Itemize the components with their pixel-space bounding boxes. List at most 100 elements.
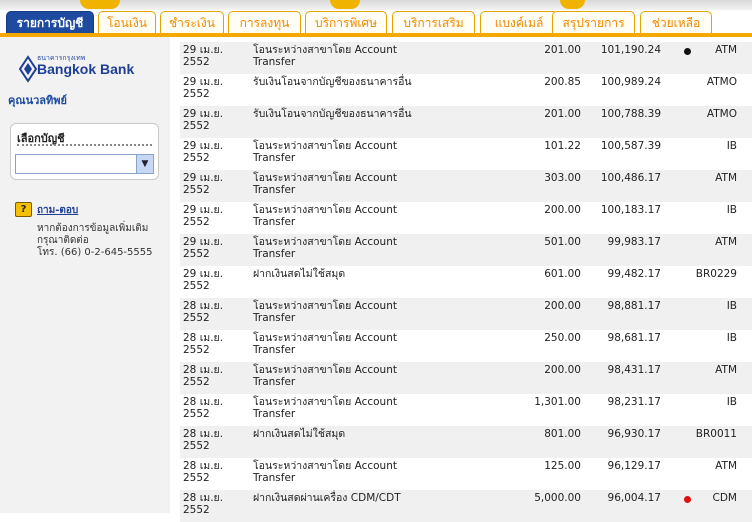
transaction-description: โอนระหว่างสาขาโดย Account Transfer [253, 332, 438, 356]
transaction-channel: IB [726, 396, 737, 408]
description-line-1: โอนระหว่างสาขาโดย Account [253, 396, 397, 408]
description-line-1: โอนระหว่างสาขาโดย Account [253, 140, 397, 152]
transaction-balance: 98,231.17 [607, 396, 661, 408]
transaction-table: 29 เม.ย. 2552 โอนระหว่างสาขาโดย Account Tra… [180, 42, 752, 522]
description-line-1: โอนระหว่างสาขาโดย Account [253, 300, 397, 312]
transaction-date: 29 เม.ย. 2552 [183, 108, 243, 132]
table-row: 29 เม.ย. 2552 โอนระหว่างสาขาโดย Account Tra… [180, 42, 752, 74]
account-selector-box: เลือกบัญชี ▼ [10, 123, 159, 180]
sidebar: ธนาคารกรุงเทพ Bangkok Bank คุณนวลทิพย์ เ… [0, 37, 170, 513]
transaction-description: รับเงินโอนจากบัญชีของธนาคารอื่น [253, 108, 438, 120]
transaction-balance: 100,788.39 [600, 108, 661, 120]
description-line-1: โอนระหว่างสาขาโดย Account [253, 364, 397, 376]
tab-additional-services[interactable]: บริการเสริม [392, 11, 475, 33]
transaction-date: 29 เม.ย. 2552 [183, 44, 243, 68]
description-line-1: ฝากเงินสดไม่ใช้สมุด [253, 428, 346, 440]
description-line-1: รับเงินโอนจากบัญชีของธนาคารอื่น [253, 76, 412, 88]
transaction-date: 29 เม.ย. 2552 [183, 76, 243, 100]
transaction-description: ฝากเงินสดไม่ใช้สมุด [253, 428, 438, 440]
transaction-year: 2552 [183, 88, 210, 100]
transaction-description: โอนระหว่างสาขาโดย Account Transfer [253, 460, 438, 484]
description-line-2: Transfer [253, 56, 296, 68]
account-dropdown[interactable]: ▼ [15, 154, 154, 174]
transaction-year: 2552 [183, 344, 210, 356]
table-row: 28 เม.ย. 2552 โอนระหว่างสาขาโดย Account Tra… [180, 458, 752, 490]
transaction-date: 28 เม.ย. 2552 [183, 332, 243, 356]
tab-summary[interactable]: สรุปรายการ [552, 11, 635, 33]
transaction-day-month: 28 เม.ย. [183, 492, 224, 504]
description-line-1: รับเงินโอนจากบัญชีของธนาคารอื่น [253, 108, 412, 120]
transaction-channel: IB [726, 204, 737, 216]
transaction-channel: IB [726, 300, 737, 312]
transaction-description: โอนระหว่างสาขาโดย Account Transfer [253, 44, 438, 68]
tab-account-list[interactable]: รายการบัญชี [6, 11, 94, 33]
transaction-day-month: 29 เม.ย. [183, 44, 224, 56]
table-row: 29 เม.ย. 2552 รับเงินโอนจากบัญชีของธนาคารอ… [180, 106, 752, 138]
transaction-description: โอนระหว่างสาขาโดย Account Transfer [253, 364, 438, 388]
table-row: 29 เม.ย. 2552 โอนระหว่างสาขาโดย Account Tra… [180, 202, 752, 234]
transaction-day-month: 28 เม.ย. [183, 332, 224, 344]
transaction-day-month: 28 เม.ย. [183, 428, 224, 440]
dotted-divider [17, 144, 152, 146]
table-row: 28 เม.ย. 2552 โอนระหว่างสาขาโดย Account Tra… [180, 330, 752, 362]
transaction-description: ฝากเงินสดไม่ใช้สมุด [253, 268, 438, 280]
transaction-year: 2552 [183, 408, 210, 420]
transaction-year: 2552 [183, 152, 210, 164]
description-line-2: Transfer [253, 472, 296, 484]
tab-investment[interactable]: การลงทุน [228, 11, 301, 33]
transaction-channel: IB [726, 140, 737, 152]
description-line-1: โอนระหว่างสาขาโดย Account [253, 460, 397, 472]
transaction-channel: BR0229 [695, 268, 737, 280]
description-line-2: Transfer [253, 408, 296, 420]
transaction-amount: 200.00 [544, 204, 581, 216]
transaction-year: 2552 [183, 376, 210, 388]
transaction-amount: 201.00 [544, 44, 581, 56]
transaction-day-month: 28 เม.ย. [183, 460, 224, 472]
transaction-amount: 801.00 [544, 428, 581, 440]
help-question-icon: ? [15, 202, 32, 217]
description-line-1: ฝากเงินสดไม่ใช้สมุด [253, 268, 346, 280]
transaction-description: โอนระหว่างสาขาโดย Account Transfer [253, 172, 438, 196]
faq-link[interactable]: ถาม-ตอบ [37, 203, 78, 218]
transaction-balance: 98,881.17 [607, 300, 661, 312]
transaction-description: โอนระหว่างสาขาโดย Account Transfer [253, 236, 438, 260]
transaction-date: 28 เม.ย. 2552 [183, 364, 243, 388]
transaction-channel: BR0011 [695, 428, 737, 440]
transaction-balance: 96,930.17 [607, 428, 661, 440]
transaction-description: โอนระหว่างสาขาโดย Account Transfer [253, 140, 438, 164]
tab-bank-mail[interactable]: แบงค์เมล์ [480, 11, 558, 33]
customer-name: คุณนวลทิพย์ [8, 94, 67, 107]
transaction-date: 28 เม.ย. 2552 [183, 396, 243, 420]
transaction-balance: 96,129.17 [607, 460, 661, 472]
table-row: 28 เม.ย. 2552 ฝากเงินสดผ่านเครื่อง CDM/CDT… [180, 490, 752, 522]
bank-logo: ธนาคารกรุงเทพ Bangkok Bank [18, 53, 168, 85]
banner-decoration [330, 0, 360, 9]
transaction-year: 2552 [183, 248, 210, 260]
description-line-2: Transfer [253, 344, 296, 356]
transaction-year: 2552 [183, 280, 210, 292]
help-text-line: หากต้องการข้อมูลเพิ่มเติม [37, 223, 149, 234]
transaction-day-month: 29 เม.ย. [183, 268, 224, 280]
chevron-down-icon[interactable]: ▼ [136, 155, 153, 173]
transaction-description: โอนระหว่างสาขาโดย Account Transfer [253, 204, 438, 228]
tab-transfer[interactable]: โอนเงิน [98, 11, 156, 33]
transaction-amount: 601.00 [544, 268, 581, 280]
transaction-day-month: 29 เม.ย. [183, 108, 224, 120]
transaction-day-month: 29 เม.ย. [183, 76, 224, 88]
description-line-1: ฝากเงินสดผ่านเครื่อง CDM/CDT [253, 492, 401, 504]
transaction-date: 28 เม.ย. 2552 [183, 428, 243, 452]
table-row: 29 เม.ย. 2552 ฝากเงินสดไม่ใช้สมุด 601.00 99,… [180, 266, 752, 298]
tab-help[interactable]: ช่วยเหลือ [640, 11, 712, 33]
tab-special-services[interactable]: บริการพิเศษ [305, 11, 387, 33]
description-line-2: Transfer [253, 248, 296, 260]
transaction-day-month: 29 เม.ย. [183, 172, 224, 184]
description-line-2: Transfer [253, 216, 296, 228]
transaction-year: 2552 [183, 120, 210, 132]
table-row: 29 เม.ย. 2552 โอนระหว่างสาขาโดย Account Tra… [180, 138, 752, 170]
transaction-channel: CDM [712, 492, 737, 504]
table-row: 29 เม.ย. 2552 โอนระหว่างสาขาโดย Account Tra… [180, 170, 752, 202]
transaction-date: 29 เม.ย. 2552 [183, 268, 243, 292]
transaction-day-month: 29 เม.ย. [183, 204, 224, 216]
tab-payment[interactable]: ชำระเงิน [160, 11, 224, 33]
description-line-2: Transfer [253, 152, 296, 164]
